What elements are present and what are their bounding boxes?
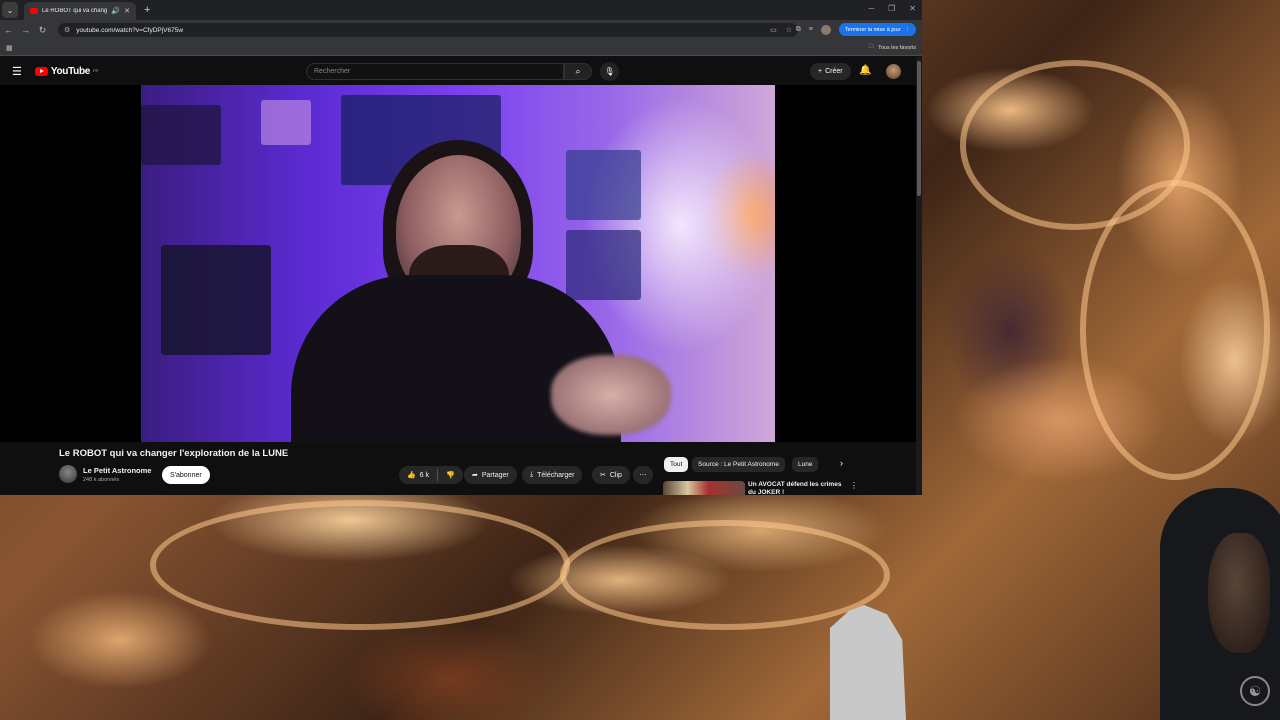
chevron-down-icon: ⌄ [6,5,14,15]
chip-source[interactable]: Source : Le Petit Astronome [692,457,785,472]
search-button[interactable]: ⌕ [564,63,592,80]
hoodie-logo-icon: ☯ [1240,676,1270,706]
apps-grid-icon[interactable]: ▦ [6,44,13,52]
page-scrollbar[interactable] [916,57,922,495]
bookmarks-bar: ▦ 🗀 Tous les favoris [0,40,922,56]
youtube-country-code: FR [93,67,99,73]
share-button[interactable]: ➦ Partager [464,466,517,484]
more-vert-icon: ⋮ [904,26,911,33]
notifications-bell-icon[interactable]: 🔔 [859,65,871,76]
recommendation-title[interactable]: Un AVOCAT défend les crimes du JOKER ! [748,481,844,495]
download-icon: ⤓ [530,471,534,478]
search-placeholder: Rechercher [314,68,351,75]
video-background-poster [141,105,221,165]
download-label: Télécharger [537,471,575,479]
close-tab-icon[interactable]: ✕ [124,7,130,15]
reading-list-icon[interactable]: ≡ [809,26,813,33]
subscribe-button[interactable]: S'abonner [162,466,210,484]
thumbs-up-icon: 👍 [407,472,416,479]
chip-all[interactable]: Tout [664,457,689,472]
tab-active[interactable]: Le ROBOT qui va changer l' 🔊 ✕ [24,2,136,20]
wallpaper-ornament [560,520,890,630]
more-vert-icon[interactable]: ⋮ [850,481,858,490]
reload-icon[interactable]: ↻ [34,25,51,36]
video-person-hand [551,355,671,435]
cast-icon[interactable]: ▭ [770,26,777,34]
video-title: Le ROBOT qui va changer l'exploration de… [59,448,289,459]
youtube-logo[interactable]: YouTube FR [34,65,99,77]
download-button[interactable]: ⤓ Télécharger [522,466,583,484]
tab-search-button[interactable]: ⌄ [2,2,18,18]
subscriber-count: 248 k abonnés [83,477,120,483]
new-tab-button[interactable]: + [144,4,150,16]
site-info-icon[interactable]: ⚙ [64,26,70,34]
channel-name[interactable]: Le Petit Astronome [83,466,151,475]
browser-toolbar: ← → ↻ ⚙ youtube.com/watch?v=CfyDPjV675w … [0,20,922,40]
speaker-icon[interactable]: 🔊 [111,7,120,15]
scrollbar-thumb[interactable] [917,61,921,196]
folder-icon: 🗀 [868,44,875,50]
tab-title: Le ROBOT qui va changer l' [42,8,108,14]
wallpaper-ornament [150,500,570,630]
address-bar[interactable]: ⚙ youtube.com/watch?v=CfyDPjV675w ▭ ☆ [58,23,798,37]
webcam-overlay: ☯ [1160,478,1280,720]
webcam-face [1208,533,1270,653]
search-input[interactable]: Rechercher [306,63,564,80]
video-frame[interactable] [141,85,775,442]
update-button-label: Terminer la mise à jour [844,26,901,33]
like-divider [437,469,439,481]
video-background-poster [566,150,641,220]
minimize-icon[interactable]: ─ [868,4,874,13]
share-label: Partager [481,471,509,479]
scissors-icon: ✂ [600,472,606,479]
close-window-icon[interactable]: ✕ [909,4,916,13]
extensions-icon[interactable]: ⧉ [796,26,801,34]
all-bookmarks-label: Tous les favoris [878,44,916,51]
channel-avatar[interactable] [59,465,77,483]
video-background-poster [566,230,641,300]
clip-label: Clip [609,471,622,479]
more-actions-button[interactable]: ⋯ [633,466,653,484]
youtube-play-icon [34,66,48,76]
wallpaper-ornament [1080,180,1270,480]
maximize-icon[interactable]: ❐ [888,4,895,13]
video-background-poster [261,100,311,145]
thumbs-down-icon[interactable]: 👎 [446,471,455,479]
bookmark-star-icon[interactable]: ☆ [786,26,792,34]
recommendation-thumbnail[interactable] [663,481,745,495]
profile-avatar[interactable] [820,24,831,35]
create-button[interactable]: + Créer [810,63,851,80]
voice-search-button[interactable]: 🎙 [600,62,619,81]
chevron-right-icon[interactable]: › [840,458,843,468]
video-player[interactable] [0,85,916,442]
like-button[interactable]: 👍 6 k 👎 [399,466,463,484]
forward-icon[interactable]: → [17,25,34,35]
share-icon: ➦ [472,472,478,479]
subscribe-label: S'abonner [170,471,202,479]
youtube-favicon-icon [30,8,38,14]
like-count: 6 k [419,471,430,479]
menu-icon[interactable]: ☰ [12,65,22,78]
youtube-header: ☰ YouTube FR Rechercher ⌕ 🎙 + Créer 🔔 [0,57,916,85]
browser-window: ⌄ Le ROBOT qui va changer l' 🔊 ✕ + ─ ❐ ✕… [0,0,922,495]
chip-lune[interactable]: Lune [792,457,819,472]
create-label: Créer [825,68,843,75]
window-controls: ─ ❐ ✕ [868,4,916,13]
user-avatar[interactable] [886,64,901,79]
back-icon[interactable]: ← [0,25,17,35]
plus-icon: + [818,68,823,75]
youtube-logo-text: YouTube [50,65,91,77]
clip-button[interactable]: ✂ Clip [592,466,630,484]
more-horiz-icon: ⋯ [639,472,647,479]
update-button[interactable]: Terminer la mise à jour ⋮ [838,23,916,36]
search-icon: ⌕ [575,66,581,76]
all-bookmarks-button[interactable]: 🗀 Tous les favoris [869,43,916,52]
video-background-monitor [161,245,271,355]
microphone-icon: 🎙 [604,67,615,76]
url-text: youtube.com/watch?v=CfyDPjV675w [76,26,184,34]
tab-strip: ⌄ Le ROBOT qui va changer l' 🔊 ✕ + ─ ❐ ✕ [0,0,922,20]
